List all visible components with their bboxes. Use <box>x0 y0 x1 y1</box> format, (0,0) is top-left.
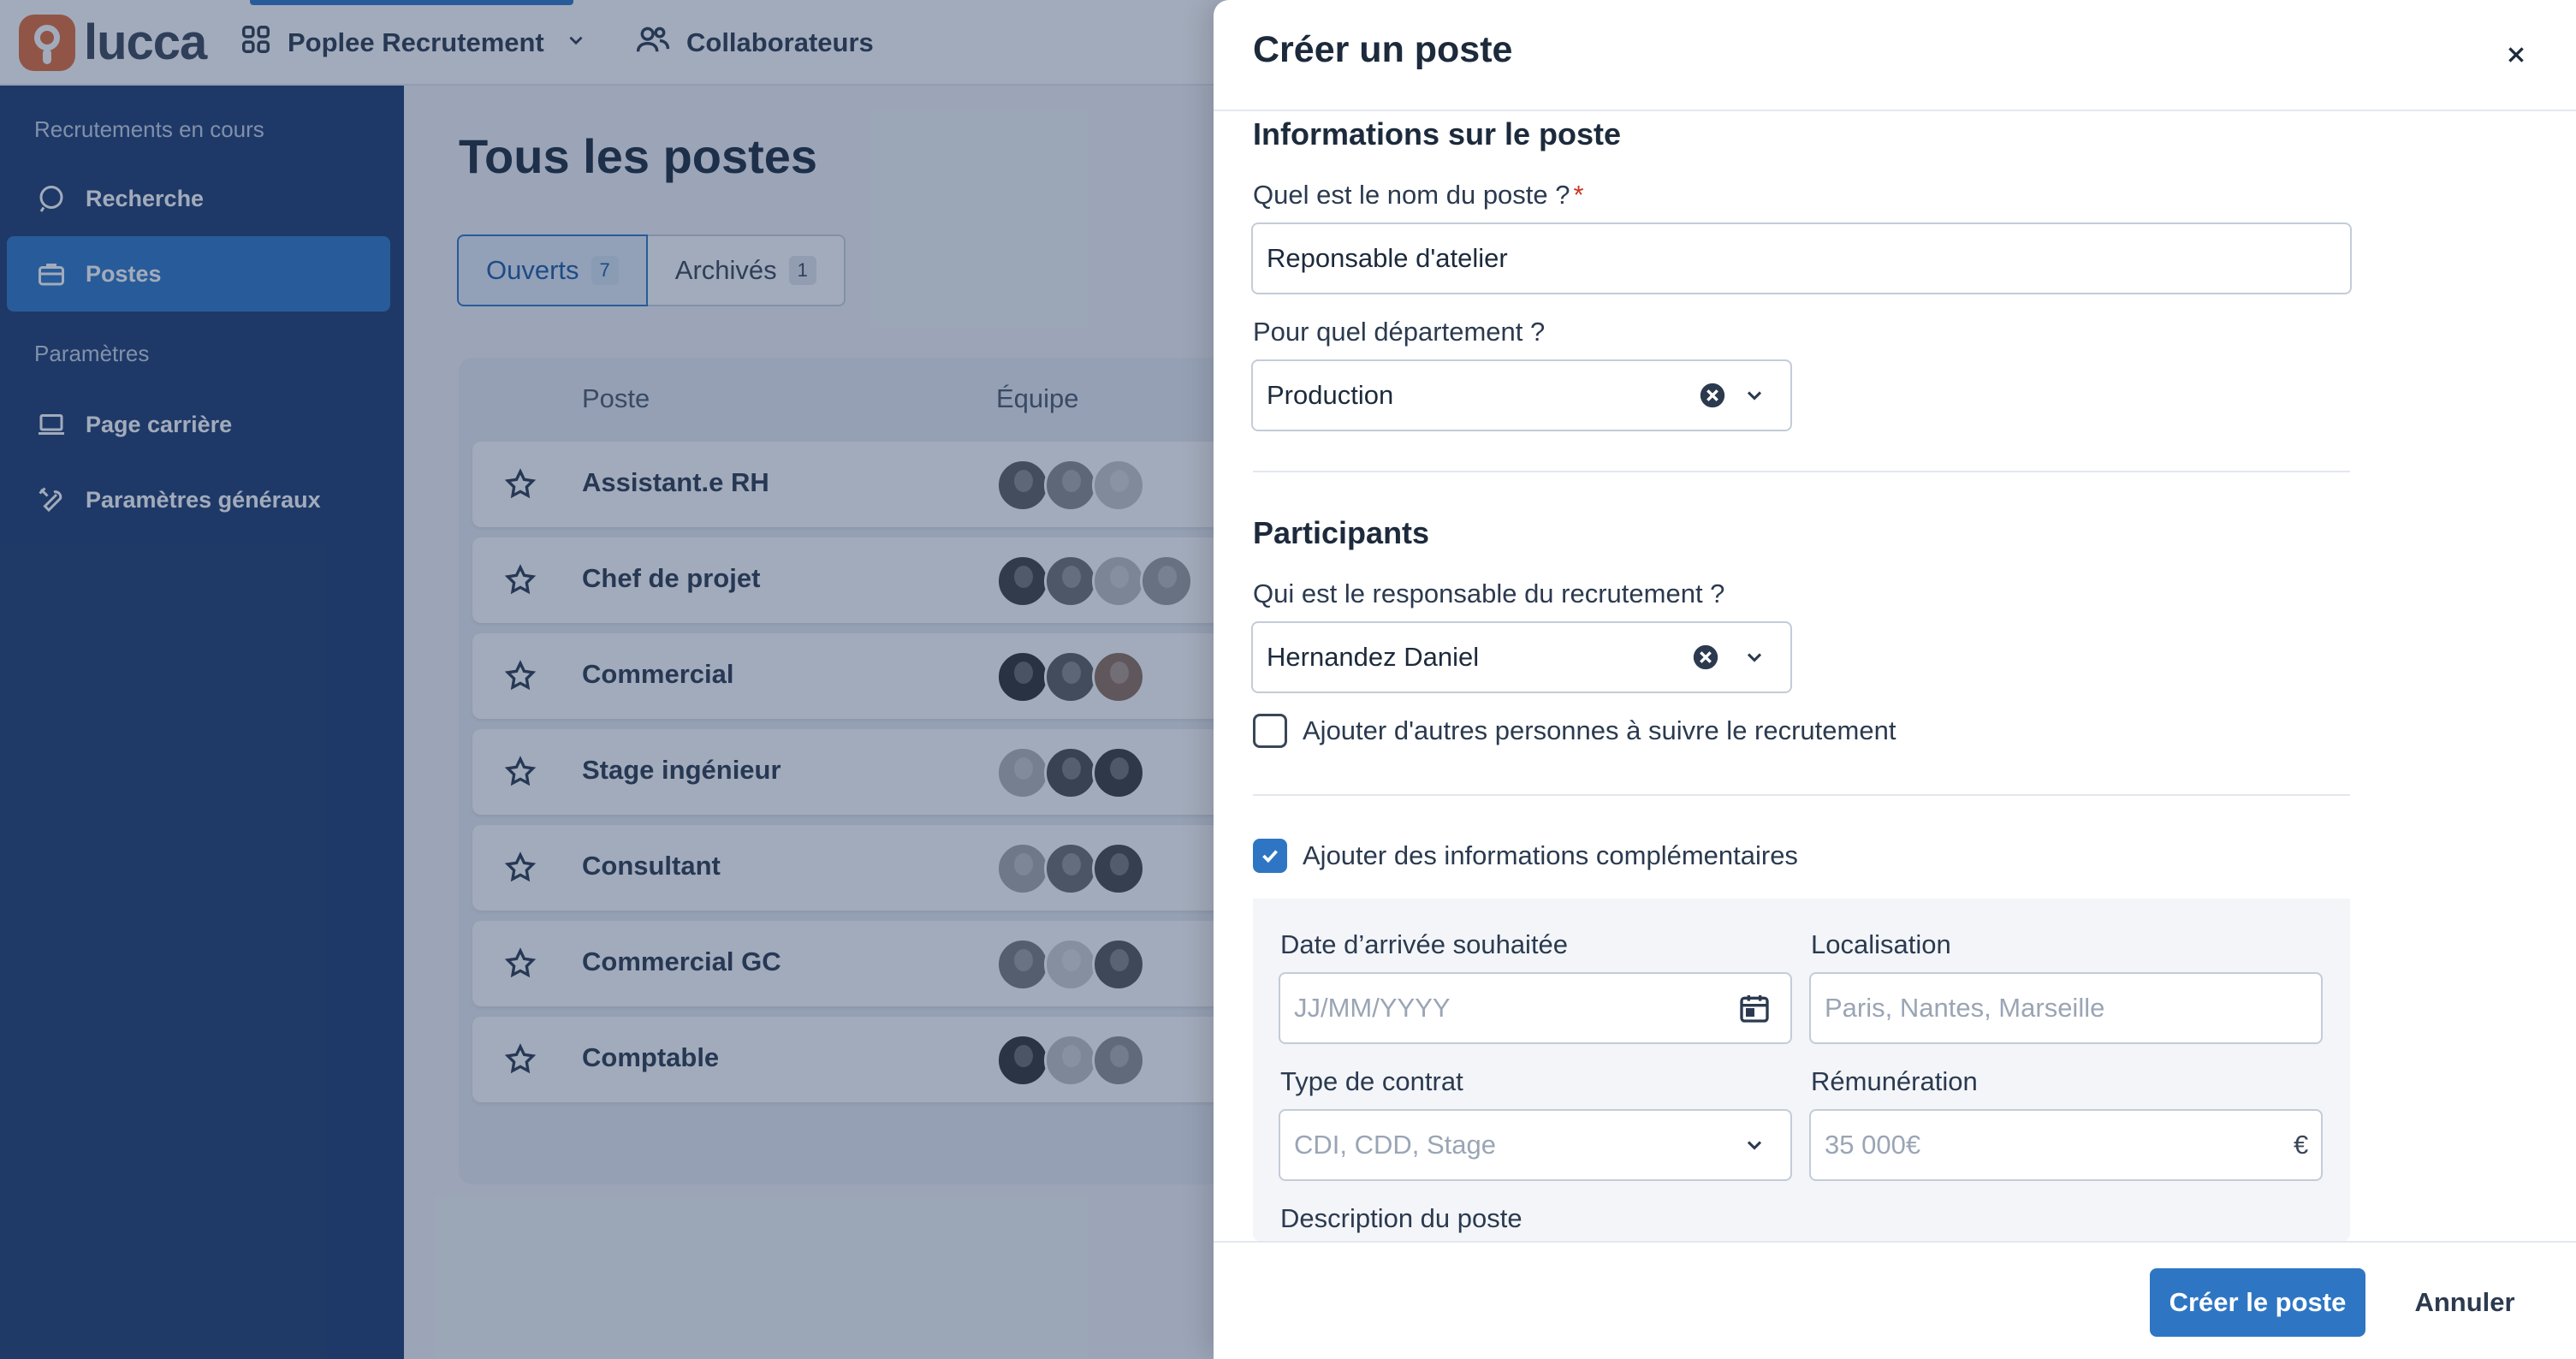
job-name-label: Quel est le nom du poste ? * <box>1253 180 1584 211</box>
section-title-info: Informations sur le poste <box>1253 116 1622 151</box>
add-extra-label: Ajouter des informations complémentaires <box>1303 840 1798 870</box>
job-name-value: Reponsable d'atelier <box>1267 243 1508 273</box>
drawer-footer <box>1214 1241 2576 1359</box>
section-divider <box>1253 794 2350 796</box>
contract-label: Type de contrat <box>1280 1066 1463 1096</box>
salary-placeholder: 35 000€ <box>1825 1130 1921 1160</box>
section-title-participants: Participants <box>1253 515 1430 550</box>
add-followers-checkbox[interactable] <box>1253 714 1287 748</box>
add-followers-checkbox-row[interactable]: Ajouter d'autres personnes à suivre le r… <box>1253 714 1896 748</box>
owner-label: Qui est le responsable du recrutement ? <box>1253 579 1725 608</box>
department-label: Pour quel département ? <box>1253 317 1546 347</box>
job-name-label-text: Quel est le nom du poste ? <box>1253 180 1570 210</box>
arrival-date-input[interactable]: JJ/MM/YYYY <box>1279 972 1792 1044</box>
contract-select[interactable]: CDI, CDD, Stage <box>1279 1109 1792 1181</box>
arrival-date-label: Date d’arrivée souhaitée <box>1280 929 1569 959</box>
drawer-title: Créer un poste <box>1253 29 1513 70</box>
department-select[interactable]: Production <box>1251 359 1792 431</box>
checkmark-icon <box>1262 850 1278 863</box>
calendar-icon[interactable] <box>1737 974 1772 1042</box>
cancel-button[interactable]: Annuler <box>2396 1268 2533 1337</box>
chevron-down-icon <box>1742 623 1766 691</box>
add-followers-label: Ajouter d'autres personnes à suivre le r… <box>1303 715 1896 745</box>
drawer-header-divider <box>1214 110 2576 111</box>
salary-label: Rémunération <box>1811 1066 1978 1096</box>
department-value: Production <box>1267 380 1394 410</box>
owner-select[interactable]: Hernandez Daniel <box>1251 621 1792 693</box>
create-job-button[interactable]: Créer le poste <box>2150 1268 2365 1337</box>
arrival-date-placeholder: JJ/MM/YYYY <box>1294 993 1451 1023</box>
clear-owner-button[interactable] <box>1691 623 1720 691</box>
location-placeholder: Paris, Nantes, Marseille <box>1825 993 2105 1023</box>
owner-value: Hernandez Daniel <box>1267 642 1480 672</box>
close-button[interactable] <box>2499 38 2533 72</box>
section-divider <box>1253 471 2350 472</box>
salary-input[interactable]: 35 000€ € <box>1809 1109 2323 1181</box>
required-asterisk: * <box>1573 180 1584 210</box>
clear-icon <box>1693 644 1718 670</box>
add-extra-checkbox-row[interactable]: Ajouter des informations complémentaires <box>1253 839 1798 873</box>
currency-symbol: € <box>2294 1130 2309 1160</box>
location-input[interactable]: Paris, Nantes, Marseille <box>1809 972 2323 1044</box>
chevron-down-icon <box>1742 361 1766 430</box>
chevron-down-icon <box>1742 1111 1766 1179</box>
add-extra-checkbox[interactable] <box>1253 839 1287 873</box>
close-icon <box>2508 47 2524 62</box>
contract-placeholder: CDI, CDD, Stage <box>1294 1130 1497 1160</box>
clear-icon <box>1700 383 1725 408</box>
clear-department-button[interactable] <box>1698 361 1727 430</box>
description-label: Description du poste <box>1280 1203 1522 1233</box>
location-label: Localisation <box>1811 929 1951 959</box>
job-name-input[interactable]: Reponsable d'atelier <box>1251 223 2352 294</box>
